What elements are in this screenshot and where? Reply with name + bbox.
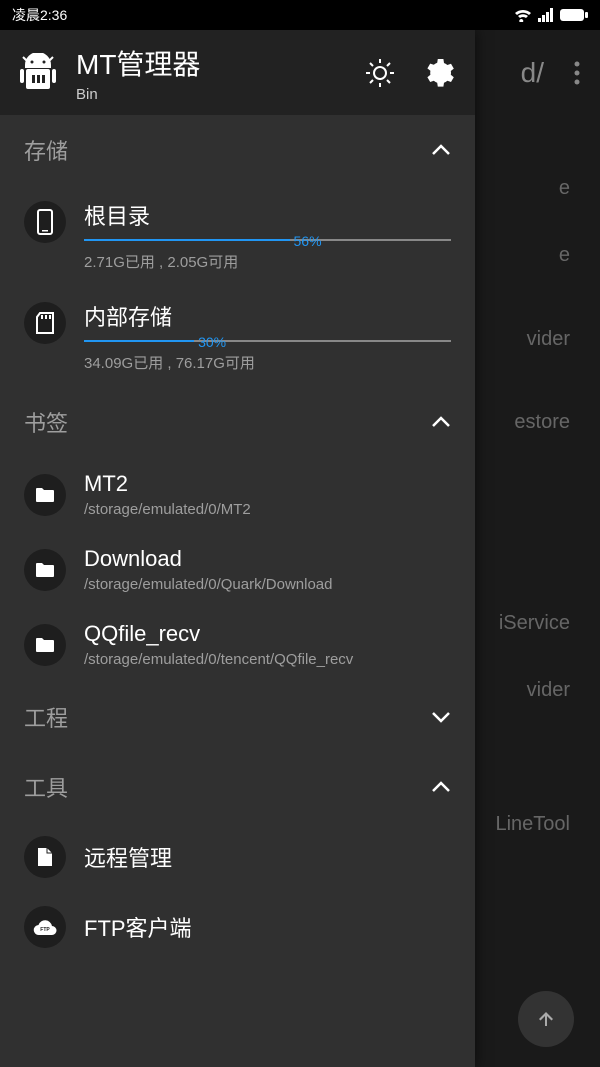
chevron-up-icon [431,781,451,793]
sdcard-icon [24,302,66,344]
app-subtitle: Bin [76,86,365,103]
section-header-tools[interactable]: 工具 [0,752,475,822]
brightness-icon[interactable] [365,58,395,88]
bookmark-title: MT2 [84,471,451,497]
section-header-projects[interactable]: 工程 [0,682,475,752]
status-bar: 凌晨2:36 [0,0,600,30]
bookmark-path: /storage/emulated/0/MT2 [84,501,451,518]
bookmark-item[interactable]: Download /storage/emulated/0/Quark/Downl… [0,532,475,607]
section-label: 书签 [24,406,68,438]
navigation-drawer: MT管理器 Bin 存储 根目录 56% 2.71G已用 , 2.05G可用 [0,30,475,1067]
status-time: 凌晨2:36 [12,5,67,25]
app-title: MT管理器 [76,43,365,83]
storage-item-root[interactable]: 根目录 56% 2.71G已用 , 2.05G可用 [0,185,475,286]
section-label: 存储 [24,134,68,166]
chevron-down-icon [431,711,451,723]
bookmark-title: QQfile_recv [84,621,451,647]
cloud-ftp-icon: FTP [24,906,66,948]
signal-icon [538,8,554,22]
bookmark-item[interactable]: QQfile_recv /storage/emulated/0/tencent/… [0,607,475,682]
chevron-up-icon [431,144,451,156]
folder-icon [24,549,66,591]
bookmark-item[interactable]: MT2 /storage/emulated/0/MT2 [0,457,475,532]
gear-icon[interactable] [425,58,455,88]
progress-percent: 30% [198,334,226,350]
section-header-storage[interactable]: 存储 [0,115,475,185]
app-icon [20,53,56,93]
tool-title: 远程管理 [84,841,451,873]
chevron-up-icon [431,416,451,428]
current-path: d/ [521,57,544,89]
storage-stats: 2.71G已用 , 2.05G可用 [84,251,451,272]
progress-percent: 56% [294,233,322,249]
folder-icon [24,624,66,666]
folder-icon [24,474,66,516]
tool-item-remote[interactable]: 远程管理 [0,822,475,892]
bookmark-title: Download [84,546,451,572]
tool-title: FTP客户端 [84,911,451,943]
storage-item-internal[interactable]: 内部存储 30% 34.09G已用 , 76.17G可用 [0,286,475,387]
bookmark-path: /storage/emulated/0/tencent/QQfile_recv [84,651,451,668]
storage-stats: 34.09G已用 , 76.17G可用 [84,352,451,373]
tool-item-ftp[interactable]: FTP FTP客户端 [0,892,475,962]
bookmark-path: /storage/emulated/0/Quark/Download [84,576,451,593]
storage-title: 内部存储 [84,300,451,332]
section-header-bookmarks[interactable]: 书签 [0,387,475,457]
section-label: 工程 [24,701,68,733]
status-icons [514,8,588,22]
drawer-header: MT管理器 Bin [0,30,475,115]
battery-icon [560,8,588,22]
section-label: 工具 [24,771,68,803]
progress-bar: 56% [84,239,451,241]
storage-title: 根目录 [84,199,451,231]
phone-icon [24,201,66,243]
wifi-icon [514,8,532,22]
file-icon [24,836,66,878]
scroll-top-button[interactable] [518,991,574,1047]
overflow-menu-icon[interactable] [574,61,580,85]
arrow-up-icon [534,1007,558,1031]
svg-text:FTP: FTP [40,927,50,933]
progress-bar: 30% [84,340,451,342]
